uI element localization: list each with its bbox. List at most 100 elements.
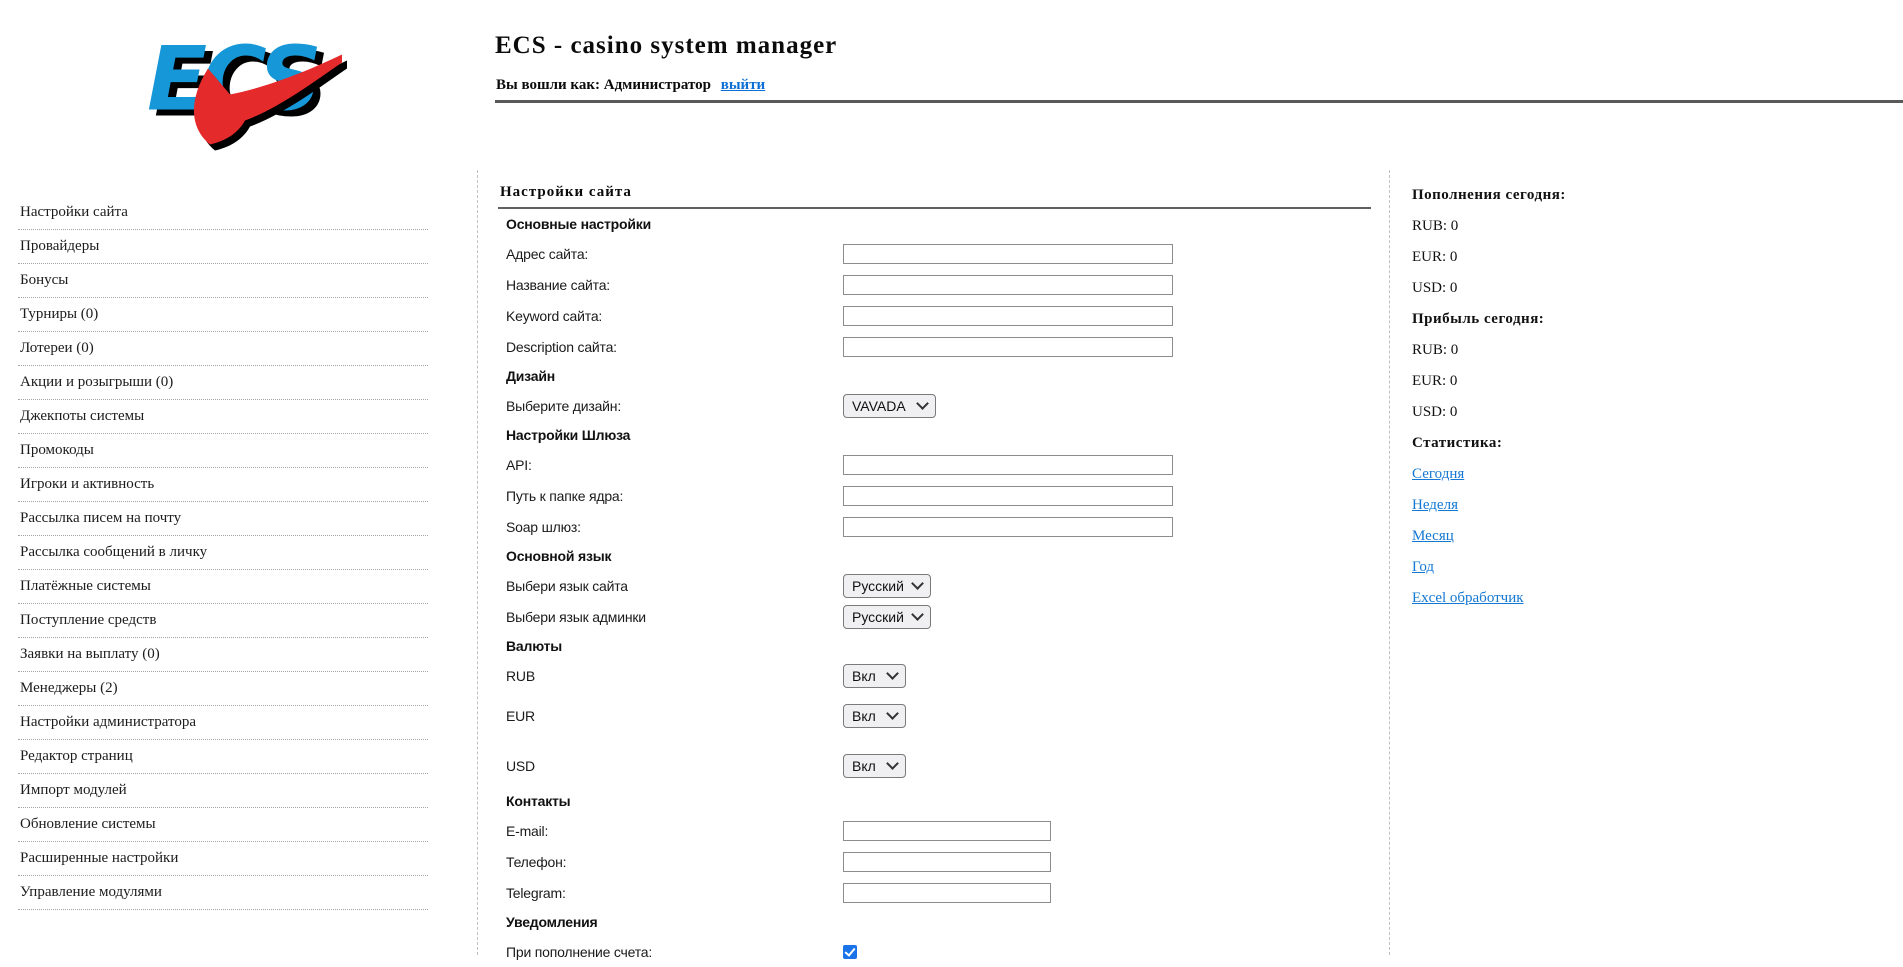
form-row: Путь к папке ядра: <box>478 480 1389 511</box>
chevron-down-icon <box>911 577 924 590</box>
sidebar-item[interactable]: Платёжные системы <box>18 570 428 604</box>
form-row: Название сайта: <box>478 269 1389 300</box>
field-label: Телефон: <box>506 853 567 870</box>
field-label: Адрес сайта: <box>506 245 589 262</box>
form-section-header: Дизайн <box>506 368 556 384</box>
sidebar-item[interactable]: Игроки и активность <box>18 468 428 502</box>
rightbar-header: Статистика: <box>1412 435 1503 451</box>
sidebar-item[interactable]: Провайдеры <box>18 230 428 264</box>
rub-select[interactable]: Вкл <box>843 663 906 688</box>
select-value: VAVADA <box>852 397 906 414</box>
field-label: API: <box>506 456 532 473</box>
sidebar-item[interactable]: Редактор страниц <box>18 740 428 774</box>
site-description-input[interactable] <box>843 336 1173 357</box>
chevron-down-icon <box>886 757 899 770</box>
rightbar-value: USD: 0 <box>1412 280 1458 296</box>
form-section-header: Основные настройки <box>506 216 651 232</box>
form-row: Выбери язык админки Русский <box>478 601 1389 632</box>
stats-link-row: Excel обработчик <box>1412 583 1882 614</box>
form-section-header: Настройки Шлюза <box>506 427 631 443</box>
core-path-input[interactable] <box>843 485 1173 506</box>
stats-link[interactable]: Сегодня <box>1412 466 1464 483</box>
sidebar-item[interactable]: Заявки на выплату (0) <box>18 638 428 672</box>
form-section-header: Основной язык <box>506 548 612 564</box>
sidebar-item[interactable]: Бонусы <box>18 264 428 298</box>
login-status-text: Вы вошли как: Администратор <box>496 77 711 93</box>
field-label: USD <box>506 757 535 774</box>
field-label: При пополнение счета: <box>506 943 653 960</box>
sidebar-item[interactable]: Промокоды <box>18 434 428 468</box>
sidebar-menu: Настройки сайта Провайдеры Бонусы Турниры (… <box>18 196 428 910</box>
site-language-select[interactable]: Русский <box>843 573 931 598</box>
field-label: RUB <box>506 667 535 684</box>
deposit-notify-checkbox[interactable] <box>843 944 857 959</box>
form-row: Telegram: <box>478 877 1389 908</box>
form-section-header: Валюты <box>506 638 563 654</box>
field-label: Название сайта: <box>506 276 610 293</box>
sidebar-item[interactable]: Импорт модулей <box>18 774 428 808</box>
field-label: Выберите дизайн: <box>506 397 622 414</box>
chevron-down-icon <box>886 707 899 720</box>
site-keyword-input[interactable] <box>843 305 1173 326</box>
sidebar-item[interactable]: Акции и розыгрыши (0) <box>18 366 428 400</box>
form-row: Телефон: <box>478 846 1389 877</box>
stats-link[interactable]: Месяц <box>1412 528 1454 545</box>
phone-input[interactable] <box>843 851 1051 872</box>
api-input[interactable] <box>843 454 1173 475</box>
field-label: Keyword сайта: <box>506 307 603 324</box>
form-row: API: <box>478 449 1389 480</box>
logout-link[interactable]: выйти <box>721 77 765 93</box>
stats-link-row: Сегодня <box>1412 459 1882 490</box>
sidebar-item[interactable]: Настройки администратора <box>18 706 428 740</box>
stats-link-row: Месяц <box>1412 521 1882 552</box>
sidebar-item[interactable]: Управление модулями <box>18 876 428 910</box>
sidebar-item[interactable]: Обновление системы <box>18 808 428 842</box>
sidebar-item[interactable]: Поступление средств <box>18 604 428 638</box>
sidebar-item[interactable]: Менеджеры (2) <box>18 672 428 706</box>
email-input[interactable] <box>843 820 1051 841</box>
stats-link[interactable]: Год <box>1412 559 1434 576</box>
select-value: Вкл <box>852 757 876 774</box>
ecs-logo: ECS ECS <box>147 28 347 151</box>
select-value: Русский <box>852 577 904 594</box>
form-row: USD Вкл <box>478 750 1389 781</box>
site-address-input[interactable] <box>843 243 1173 264</box>
design-select[interactable]: VAVADA <box>843 393 936 418</box>
site-name-input[interactable] <box>843 274 1173 295</box>
sidebar-item[interactable]: Рассылка писем на почту <box>18 502 428 536</box>
select-value: Русский <box>852 608 904 625</box>
stats-link-row: Год <box>1412 552 1882 583</box>
rightbar-value: RUB: 0 <box>1412 342 1459 358</box>
form-row: Выбери язык сайта Русский <box>478 570 1389 601</box>
sidebar-item[interactable]: Настройки сайта <box>18 196 428 230</box>
form-row: Soap шлюз: <box>478 511 1389 542</box>
telegram-input[interactable] <box>843 882 1051 903</box>
stats-link-row: Неделя <box>1412 490 1882 521</box>
soap-gateway-input[interactable] <box>843 516 1173 537</box>
sidebar-item[interactable]: Турниры (0) <box>18 298 428 332</box>
rightbar-value: EUR: 0 <box>1412 373 1458 389</box>
field-label: Выбери язык сайта <box>506 577 628 594</box>
usd-select[interactable]: Вкл <box>843 753 906 778</box>
field-label: EUR <box>506 707 535 724</box>
sidebar-item[interactable]: Рассылка сообщений в личку <box>18 536 428 570</box>
sidebar-item[interactable]: Лотереи (0) <box>18 332 428 366</box>
sidebar-item[interactable]: Джекпоты системы <box>18 400 428 434</box>
settings-panel: Настройки сайта Основные настройки Адрес … <box>477 170 1390 960</box>
form-section-header: Контакты <box>506 793 571 809</box>
field-label: Soap шлюз: <box>506 518 581 535</box>
form-section-header: Уведомления <box>506 914 598 930</box>
field-label: Выбери язык админки <box>506 608 646 625</box>
admin-language-select[interactable]: Русский <box>843 604 931 629</box>
sidebar-item[interactable]: Расширенные настройки <box>18 842 428 876</box>
stats-link[interactable]: Excel обработчик <box>1412 590 1524 607</box>
form-row: E-mail: <box>478 815 1389 846</box>
statistics-panel: Пополнения сегодня: RUB: 0 EUR: 0 USD: 0 При… <box>1412 180 1882 614</box>
form-row: RUB Вкл <box>478 660 1389 691</box>
rightbar-header: Пополнения сегодня: <box>1412 187 1566 203</box>
form-row: Description сайта: <box>478 331 1389 362</box>
rightbar-value: RUB: 0 <box>1412 218 1459 234</box>
stats-link[interactable]: Неделя <box>1412 497 1458 514</box>
eur-select[interactable]: Вкл <box>843 703 906 728</box>
field-label: Telegram: <box>506 884 566 901</box>
